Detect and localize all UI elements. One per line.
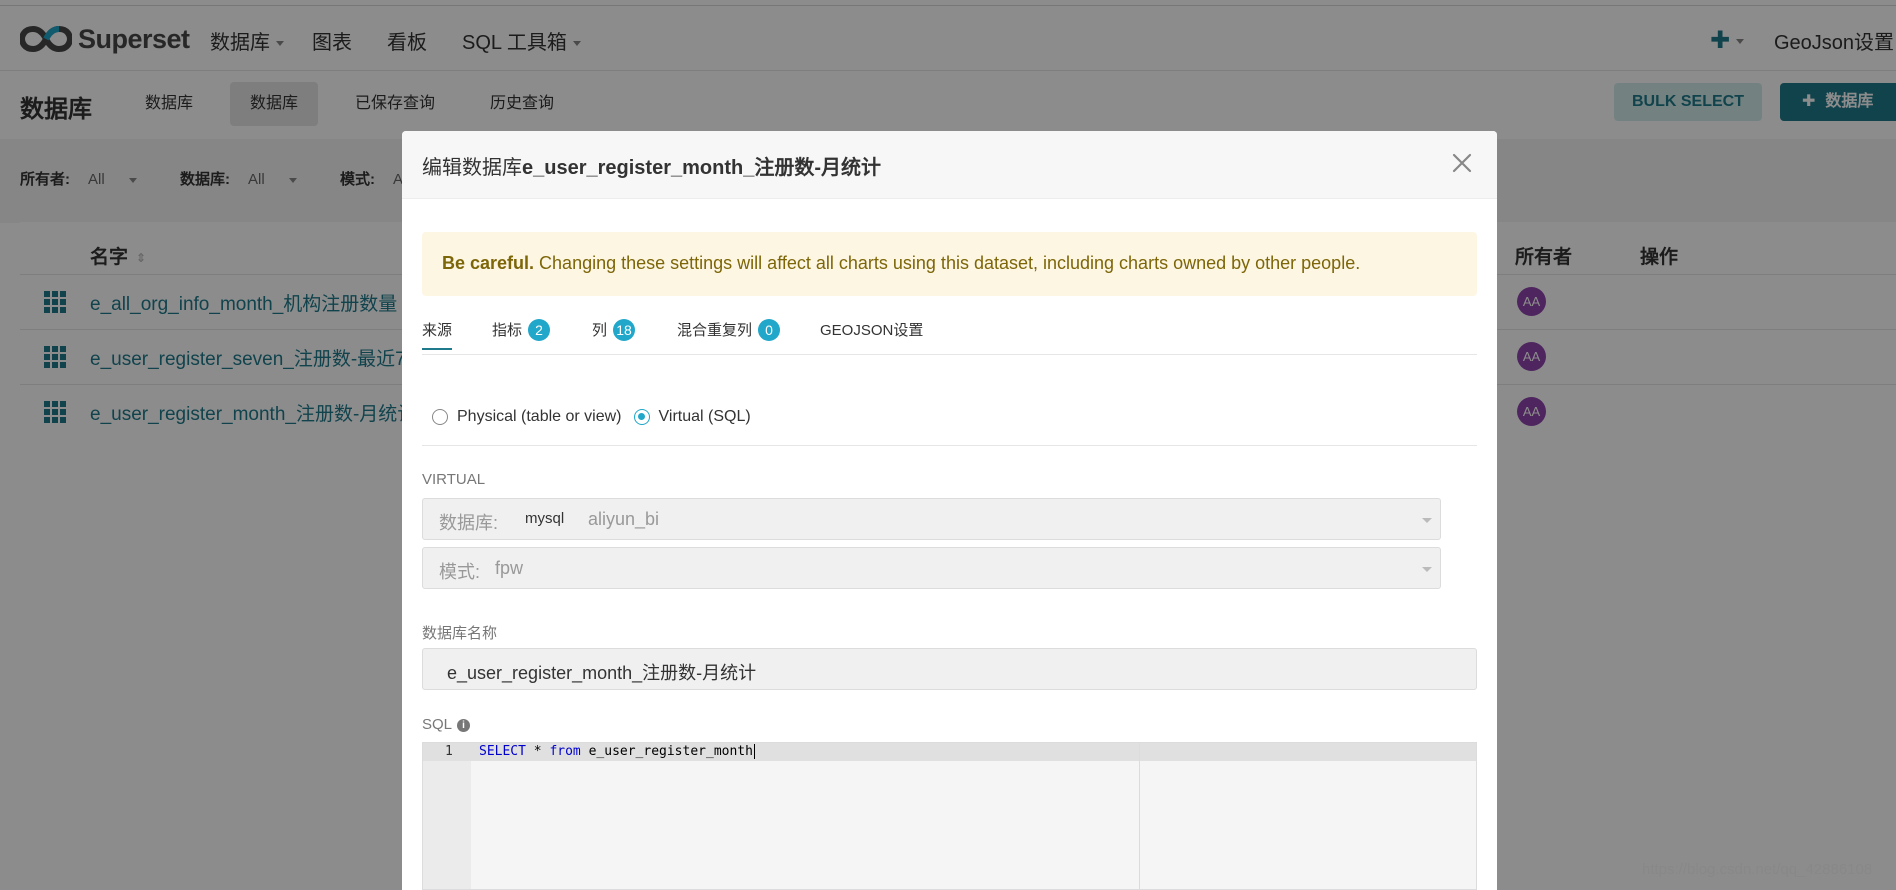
database-select-label: 数据库:: [439, 513, 499, 533]
sql-code-line[interactable]: SELECT * from e_user_register_month: [479, 744, 755, 759]
chevron-down-icon: [1422, 567, 1432, 572]
tab-metrics-label: 指标: [492, 322, 523, 339]
warning-alert-message: Changing these settings will affect all …: [534, 253, 1361, 273]
watermark-url: https://blog.csdn.net/qq_42886108: [1642, 861, 1873, 878]
close-icon[interactable]: [1449, 150, 1475, 176]
tab-columns[interactable]: 列 18: [592, 319, 636, 341]
sql-keyword: SELECT: [479, 744, 526, 759]
tab-columns-label: 列: [592, 322, 608, 339]
modal-tabs: 来源 指标 2 列 18 混合重复列 0 GEOJSON设置: [422, 311, 1477, 355]
modal-title-prefix: 编辑数据库: [422, 157, 522, 179]
warning-alert: Be careful. Changing these settings will…: [422, 232, 1477, 296]
sql-token: *: [525, 744, 550, 759]
editor-gutter: [423, 743, 471, 889]
modal-title: 编辑数据库e_user_register_month_注册数-月统计: [422, 151, 881, 180]
warning-alert-strong: Be careful.: [442, 253, 535, 273]
source-type-radio-group: Physical (table or view) Virtual (SQL): [432, 406, 763, 428]
count-badge: 2: [528, 319, 551, 341]
tab-source[interactable]: 来源: [422, 319, 453, 350]
edit-dataset-modal: 编辑数据库e_user_register_month_注册数-月统计 Be ca…: [402, 131, 1497, 890]
schema-select[interactable]: 模式: fpw: [422, 547, 1441, 589]
schema-select-label: 模式:: [439, 562, 481, 582]
dataset-name-value: e_user_register_month_注册数-月统计: [447, 663, 757, 683]
line-number: 1: [445, 744, 453, 759]
schema-select-value: fpw: [495, 558, 524, 578]
virtual-section-label: VIRTUAL: [422, 471, 486, 488]
tab-geojson-settings[interactable]: GEOJSON设置: [820, 319, 923, 340]
tab-calculated-columns-label: 混合重复列: [677, 322, 753, 339]
sql-label-text: SQL: [422, 716, 453, 733]
count-badge: 0: [758, 319, 781, 341]
virtual-radio[interactable]: [633, 409, 650, 425]
count-badge: 18: [613, 319, 636, 341]
dataset-name-label: 数据库名称: [422, 625, 498, 642]
text-cursor: [753, 744, 755, 759]
database-select-value: aliyun_bi: [588, 509, 660, 529]
modal-header: 编辑数据库e_user_register_month_注册数-月统计: [402, 131, 1497, 199]
info-icon[interactable]: i: [457, 718, 471, 732]
physical-radio-label[interactable]: Physical (table or view): [457, 408, 622, 426]
sql-label: SQL i: [422, 716, 471, 733]
tab-geojson-settings-label: GEOJSON设置: [820, 322, 924, 339]
database-engine-tag: mysql: [517, 508, 573, 529]
tab-calculated-columns[interactable]: 混合重复列 0: [677, 319, 781, 341]
section-divider: [422, 445, 1477, 446]
print-margin-line: [1139, 743, 1140, 889]
chevron-down-icon: [1422, 518, 1432, 523]
tab-source-label: 来源: [422, 322, 453, 339]
sql-keyword: from: [549, 744, 581, 759]
virtual-radio-label[interactable]: Virtual (SQL): [659, 408, 751, 426]
database-select[interactable]: 数据库: mysql aliyun_bi: [422, 498, 1441, 540]
dataset-name-field[interactable]: e_user_register_month_注册数-月统计: [422, 648, 1477, 690]
warning-alert-text: Be careful. Changing these settings will…: [442, 253, 1360, 274]
tab-metrics[interactable]: 指标 2: [492, 319, 551, 341]
physical-radio[interactable]: [432, 409, 448, 425]
sql-token: e_user_register_month: [580, 744, 753, 759]
modal-title-dataset: e_user_register_month_注册数-月统计: [522, 157, 881, 179]
sql-editor[interactable]: 1 SELECT * from e_user_register_month: [422, 742, 1477, 890]
